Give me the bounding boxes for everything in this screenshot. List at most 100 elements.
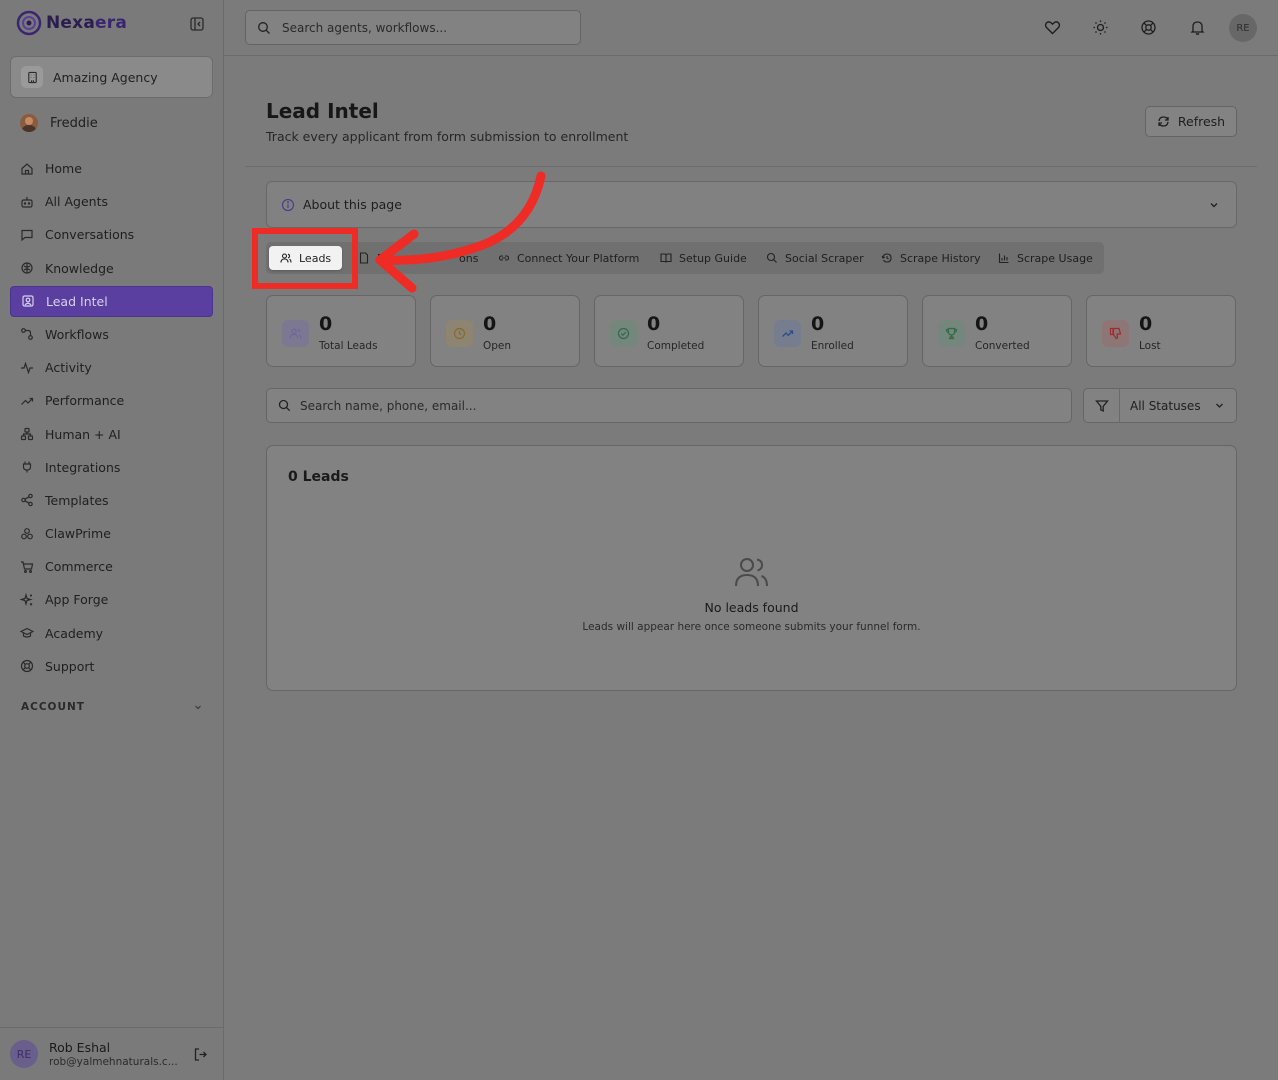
graduation-cap-icon [20, 627, 34, 638]
sidebar-item-performance[interactable]: Performance [10, 385, 213, 416]
message-icon [21, 229, 33, 242]
bell-icon[interactable] [1189, 19, 1206, 36]
stat-label: Enrolled [811, 340, 854, 352]
user-name: Freddie [50, 115, 98, 131]
sidebar: Nexaera Amazing Agency Freddie Home All … [0, 0, 224, 1080]
stat-value: 0 [483, 313, 497, 335]
stat-value: 0 [811, 313, 825, 335]
sidebar-nav: Home All Agents Conversations Knowledge … [10, 153, 213, 684]
sidebar-item-academy[interactable]: Academy [10, 618, 213, 649]
stat-value: 0 [319, 313, 333, 335]
sidebar-item-workflows[interactable]: Workflows [10, 319, 213, 350]
search-icon [766, 252, 777, 263]
activity-icon [21, 361, 33, 375]
leads-count-title: 0 Leads [288, 469, 349, 485]
contact-icon [22, 295, 34, 307]
page-subtitle: Track every applicant from form submissi… [266, 129, 629, 144]
sidebar-item-knowledge[interactable]: Knowledge [10, 253, 213, 284]
stat-card-lost: 0 Lost [1086, 295, 1236, 367]
sidebar-item-integrations[interactable]: Integrations [10, 452, 213, 483]
leads-list-card: 0 Leads No leads found Leads will appear… [266, 445, 1237, 691]
plug-icon [22, 461, 32, 473]
lifebuoy-icon [20, 660, 34, 673]
sidebar-item-activity[interactable]: Activity [10, 352, 213, 383]
account-section-toggle[interactable]: ACCOUNT [21, 701, 203, 713]
tab-scrape-usage[interactable]: Scrape Usage [998, 246, 1093, 270]
logout-icon[interactable] [193, 1047, 208, 1062]
refresh-button[interactable]: Refresh [1145, 106, 1237, 137]
bottom-user-card: RE Rob Eshal rob@yalmehnaturals.c... [0, 1027, 223, 1080]
account-avatar-button[interactable]: RE [1229, 14, 1257, 42]
chevron-down-icon [1210, 203, 1218, 208]
sidebar-item-conversations[interactable]: Conversations [10, 219, 213, 250]
cart-icon [21, 561, 34, 573]
search-icon [278, 399, 291, 412]
stat-value: 0 [975, 313, 989, 335]
sun-icon[interactable] [1092, 19, 1109, 36]
users-icon [735, 558, 768, 587]
logo-mark-icon [16, 10, 42, 36]
top-bar: RE [224, 0, 1278, 56]
collapse-sidebar-icon[interactable] [189, 16, 205, 32]
header-divider [245, 166, 1257, 167]
book-icon [660, 253, 672, 263]
chevron-down-icon [195, 705, 201, 710]
avatar: RE [10, 1040, 38, 1068]
info-icon [281, 198, 295, 211]
bar-chart-icon [998, 253, 1009, 264]
stat-label: Converted [975, 340, 1030, 352]
tab-scrape-history[interactable]: Scrape History [881, 246, 981, 270]
brand-name: Nexaera [46, 13, 127, 33]
users-icon [282, 320, 309, 347]
clock-icon [446, 320, 473, 347]
filter-icon [1095, 399, 1109, 412]
lead-search[interactable] [266, 388, 1072, 423]
home-icon [21, 162, 33, 175]
stat-card-total-leads: 0 Total Leads [266, 295, 416, 367]
agency-switcher[interactable]: Amazing Agency [10, 56, 213, 98]
stat-value: 0 [647, 313, 661, 335]
sidebar-item-clawprime[interactable]: ClawPrime [10, 518, 213, 549]
help-lifebuoy-icon[interactable] [1140, 19, 1157, 36]
avatar [20, 114, 38, 132]
user-profile-row[interactable]: Freddie [20, 114, 98, 132]
stat-card-converted: 0 Converted [922, 295, 1072, 367]
status-filter-select[interactable]: All Statuses [1083, 388, 1237, 423]
trending-up-icon [21, 397, 34, 405]
sidebar-item-app-forge[interactable]: App Forge [10, 584, 213, 615]
stat-card-open: 0 Open [430, 295, 580, 367]
sidebar-item-templates[interactable]: Templates [10, 485, 213, 516]
search-input[interactable] [282, 20, 562, 35]
tab-setup-guide[interactable]: Setup Guide [660, 246, 747, 270]
chevron-down-icon [1215, 403, 1223, 408]
global-search[interactable] [245, 10, 581, 45]
lead-search-input[interactable] [300, 398, 1000, 413]
workflow-icon [21, 328, 33, 341]
sidebar-item-commerce[interactable]: Commerce [10, 551, 213, 582]
empty-state-title: No leads found [704, 600, 799, 615]
bottom-user-name: Rob Eshal [49, 1040, 111, 1055]
sidebar-item-human-ai[interactable]: Human + AI [10, 419, 213, 450]
thumbs-down-icon [1102, 320, 1129, 347]
sidebar-item-home[interactable]: Home [10, 153, 213, 184]
bottom-user-email: rob@yalmehnaturals.c... [49, 1056, 178, 1068]
sidebar-item-support[interactable]: Support [10, 651, 213, 682]
heart-icon[interactable] [1044, 19, 1061, 36]
sidebar-item-lead-intel[interactable]: Lead Intel [10, 285, 213, 317]
building-icon [21, 66, 43, 88]
divider [1119, 388, 1120, 423]
sparkles-icon [20, 592, 33, 607]
page-title: Lead Intel [266, 99, 379, 123]
bot-icon [21, 196, 33, 208]
stat-label: Open [483, 340, 512, 352]
tab-social-scraper[interactable]: Social Scraper [766, 246, 864, 270]
stat-label: Total Leads [319, 340, 378, 352]
search-icon [258, 21, 270, 34]
brand-logo[interactable]: Nexaera [16, 10, 127, 36]
empty-state-subtitle: Leads will appear here once someone subm… [582, 621, 921, 633]
sidebar-item-all-agents[interactable]: All Agents [10, 186, 213, 217]
annotation-arrow-icon [375, 171, 546, 293]
trophy-icon [938, 320, 965, 347]
agency-name: Amazing Agency [53, 69, 158, 85]
stat-label: Lost [1139, 340, 1161, 352]
